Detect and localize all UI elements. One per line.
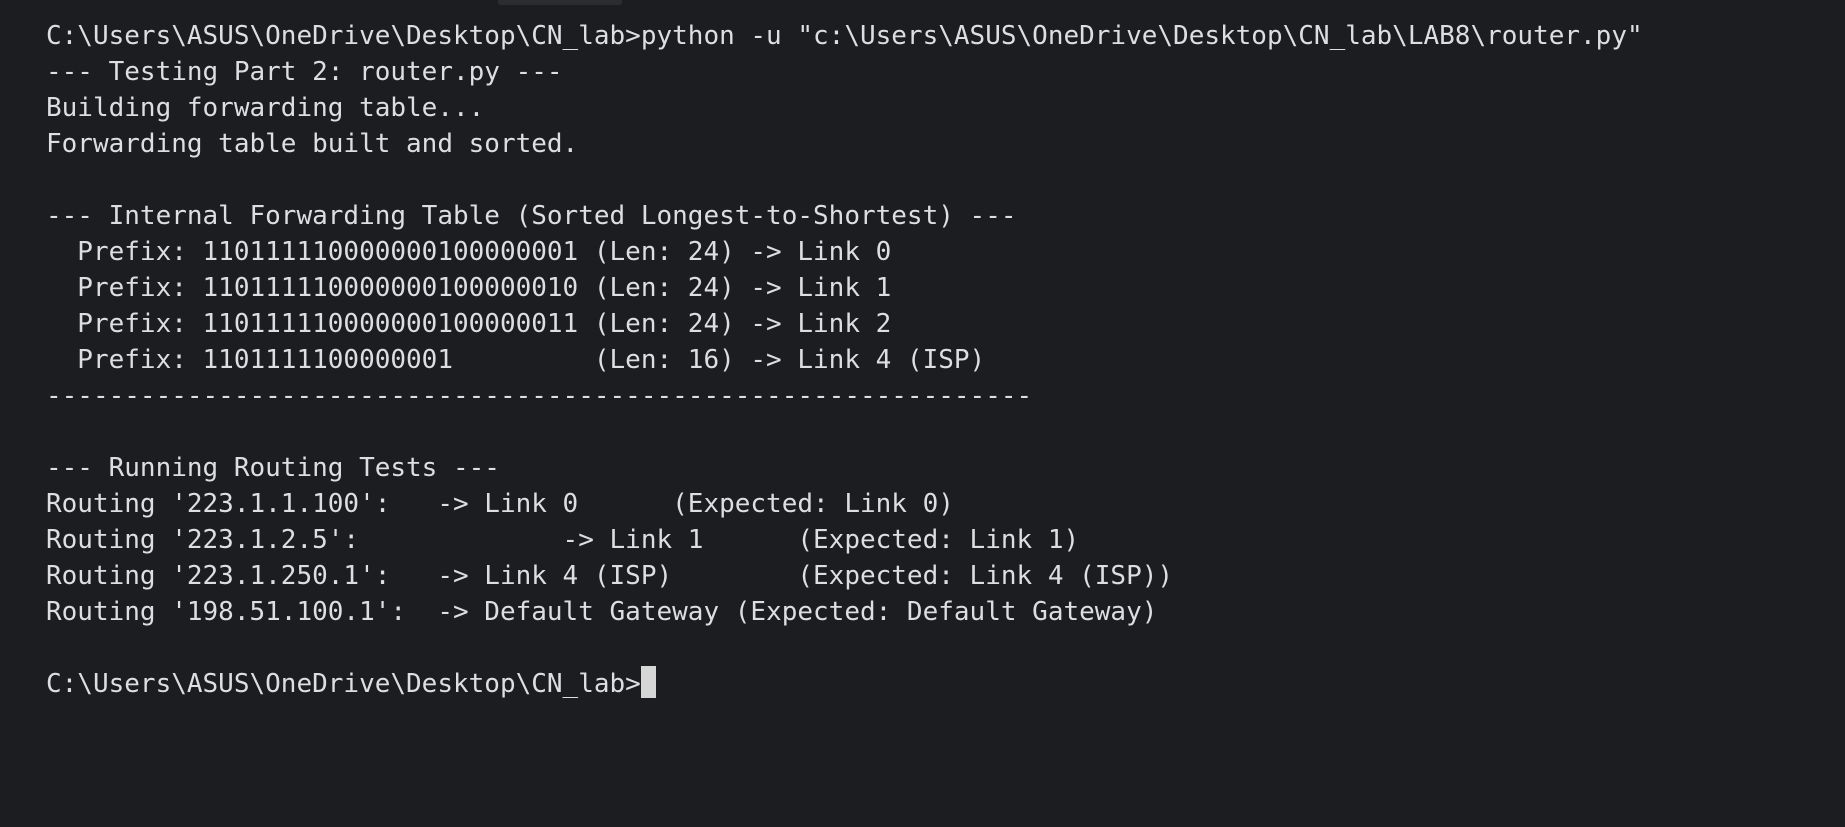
- prompt-line[interactable]: C:\Users\ASUS\OneDrive\Desktop\CN_lab>: [46, 666, 1845, 702]
- table-row: Prefix: 110111110000000100000001 (Len: 2…: [46, 237, 892, 267]
- terminal-window[interactable]: C:\Users\ASUS\OneDrive\Desktop\CN_lab>py…: [0, 0, 1845, 827]
- output-line: --- Running Routing Tests ---: [46, 453, 500, 483]
- table-row: Prefix: 110111110000000100000010 (Len: 2…: [46, 273, 892, 303]
- command-line: C:\Users\ASUS\OneDrive\Desktop\CN_lab>py…: [46, 21, 1643, 51]
- routing-result: Routing '198.51.100.1': -> Default Gatew…: [46, 597, 1158, 627]
- output-line: Building forwarding table...: [46, 93, 485, 123]
- output-line: Forwarding table built and sorted.: [46, 129, 579, 159]
- routing-result: Routing '223.1.1.100': -> Link 0 (Expect…: [46, 489, 954, 519]
- table-row: Prefix: 1101111100000001 (Len: 16) -> Li…: [46, 345, 986, 375]
- output-line: --- Internal Forwarding Table (Sorted Lo…: [46, 201, 1017, 231]
- prompt-text: C:\Users\ASUS\OneDrive\Desktop\CN_lab>: [46, 669, 641, 699]
- separator-line: ----------------------------------------…: [46, 381, 1033, 411]
- routing-result: Routing '223.1.250.1': -> Link 4 (ISP) (…: [46, 561, 1174, 591]
- text-cursor: [640, 666, 656, 698]
- routing-result: Routing '223.1.2.5': -> Link 1 (Expected…: [46, 525, 1080, 555]
- tab-indicator: [498, 0, 622, 5]
- output-line: --- Testing Part 2: router.py ---: [46, 57, 563, 87]
- table-row: Prefix: 110111110000000100000011 (Len: 2…: [46, 309, 892, 339]
